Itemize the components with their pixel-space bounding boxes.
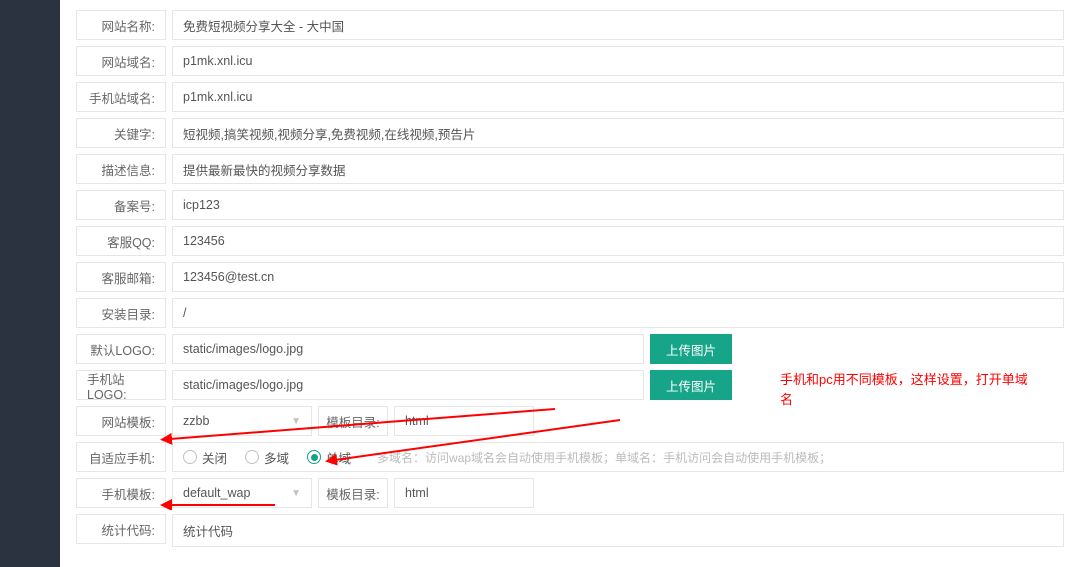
row-email: 客服邮箱: — [76, 262, 1064, 292]
label-default-logo: 默认LOGO: — [76, 334, 166, 364]
input-default-logo[interactable] — [172, 334, 644, 364]
radio-group-adaptive: 关闭 多域 单域 多域名：访问wap域名会自动使用手机模板；单域名：手机访问会自… — [172, 442, 1064, 472]
row-default-logo: 默认LOGO: 上传图片 — [76, 334, 1064, 364]
row-install-dir: 安装目录: — [76, 298, 1064, 328]
row-site-domain: 网站域名: — [76, 46, 1064, 76]
label-site-domain: 网站域名: — [76, 46, 166, 76]
label-adaptive: 自适应手机: — [76, 442, 166, 472]
select-mobile-template[interactable]: default_wap ▼ — [172, 478, 312, 508]
upload-default-logo-button[interactable]: 上传图片 — [650, 334, 732, 364]
main-content: 网站名称: 网站域名: 手机站域名: 关键字: 描述信息: 备案号: 客服QQ:… — [60, 0, 1080, 567]
annotation-text: 手机和pc用不同模板，这样设置，打开单域名 — [780, 370, 1040, 409]
label-icp: 备案号: — [76, 190, 166, 220]
input-description[interactable] — [172, 154, 1064, 184]
label-site-name: 网站名称: — [76, 10, 166, 40]
input-site-domain[interactable] — [172, 46, 1064, 76]
label-install-dir: 安装目录: — [76, 298, 166, 328]
input-install-dir[interactable] — [172, 298, 1064, 328]
textarea-stats[interactable]: 统计代码 — [172, 514, 1064, 547]
upload-mobile-logo-button[interactable]: 上传图片 — [650, 370, 732, 400]
label-description: 描述信息: — [76, 154, 166, 184]
row-mobile-template: 手机模板: default_wap ▼ 模板目录: — [76, 478, 1064, 508]
input-site-name[interactable] — [172, 10, 1064, 40]
label-stats: 统计代码: — [76, 514, 166, 544]
label-mobile-domain: 手机站域名: — [76, 82, 166, 112]
row-stats: 统计代码: 统计代码 — [76, 514, 1064, 547]
label-mobile-template-dir: 模板目录: — [318, 478, 388, 508]
input-template-dir[interactable] — [394, 406, 534, 436]
input-mobile-logo[interactable] — [172, 370, 644, 400]
radio-adaptive-off[interactable]: 关闭 — [183, 448, 227, 467]
row-adaptive: 自适应手机: 关闭 多域 单域 多域名：访问wap域名会自动使用手机模板；单域名… — [76, 442, 1064, 472]
radio-adaptive-multi[interactable]: 多域 — [245, 448, 289, 467]
left-sidebar — [0, 0, 60, 567]
chevron-down-icon: ▼ — [291, 416, 301, 427]
radio-icon — [245, 450, 259, 464]
label-mobile-logo: 手机站LOGO: — [76, 370, 166, 400]
select-site-template[interactable]: zzbb ▼ — [172, 406, 312, 436]
label-mobile-template: 手机模板: — [76, 478, 166, 508]
input-mobile-domain[interactable] — [172, 82, 1064, 112]
label-qq: 客服QQ: — [76, 226, 166, 256]
label-template-dir: 模板目录: — [318, 406, 388, 436]
adaptive-hint: 多域名：访问wap域名会自动使用手机模板；单域名：手机访问会自动使用手机模板； — [377, 449, 831, 466]
input-email[interactable] — [172, 262, 1064, 292]
radio-adaptive-single[interactable]: 单域 — [307, 448, 351, 467]
row-site-template: 网站模板: zzbb ▼ 模板目录: — [76, 406, 1064, 436]
input-qq[interactable] — [172, 226, 1064, 256]
row-mobile-domain: 手机站域名: — [76, 82, 1064, 112]
row-icp: 备案号: — [76, 190, 1064, 220]
row-site-name: 网站名称: — [76, 10, 1064, 40]
chevron-down-icon: ▼ — [291, 488, 301, 499]
select-mobile-template-value: default_wap — [183, 486, 250, 500]
label-site-template: 网站模板: — [76, 406, 166, 436]
radio-icon — [307, 450, 321, 464]
label-keywords: 关键字: — [76, 118, 166, 148]
row-keywords: 关键字: — [76, 118, 1064, 148]
input-keywords[interactable] — [172, 118, 1064, 148]
radio-icon — [183, 450, 197, 464]
input-icp[interactable] — [172, 190, 1064, 220]
row-description: 描述信息: — [76, 154, 1064, 184]
label-email: 客服邮箱: — [76, 262, 166, 292]
select-site-template-value: zzbb — [183, 414, 209, 428]
row-qq: 客服QQ: — [76, 226, 1064, 256]
input-mobile-template-dir[interactable] — [394, 478, 534, 508]
